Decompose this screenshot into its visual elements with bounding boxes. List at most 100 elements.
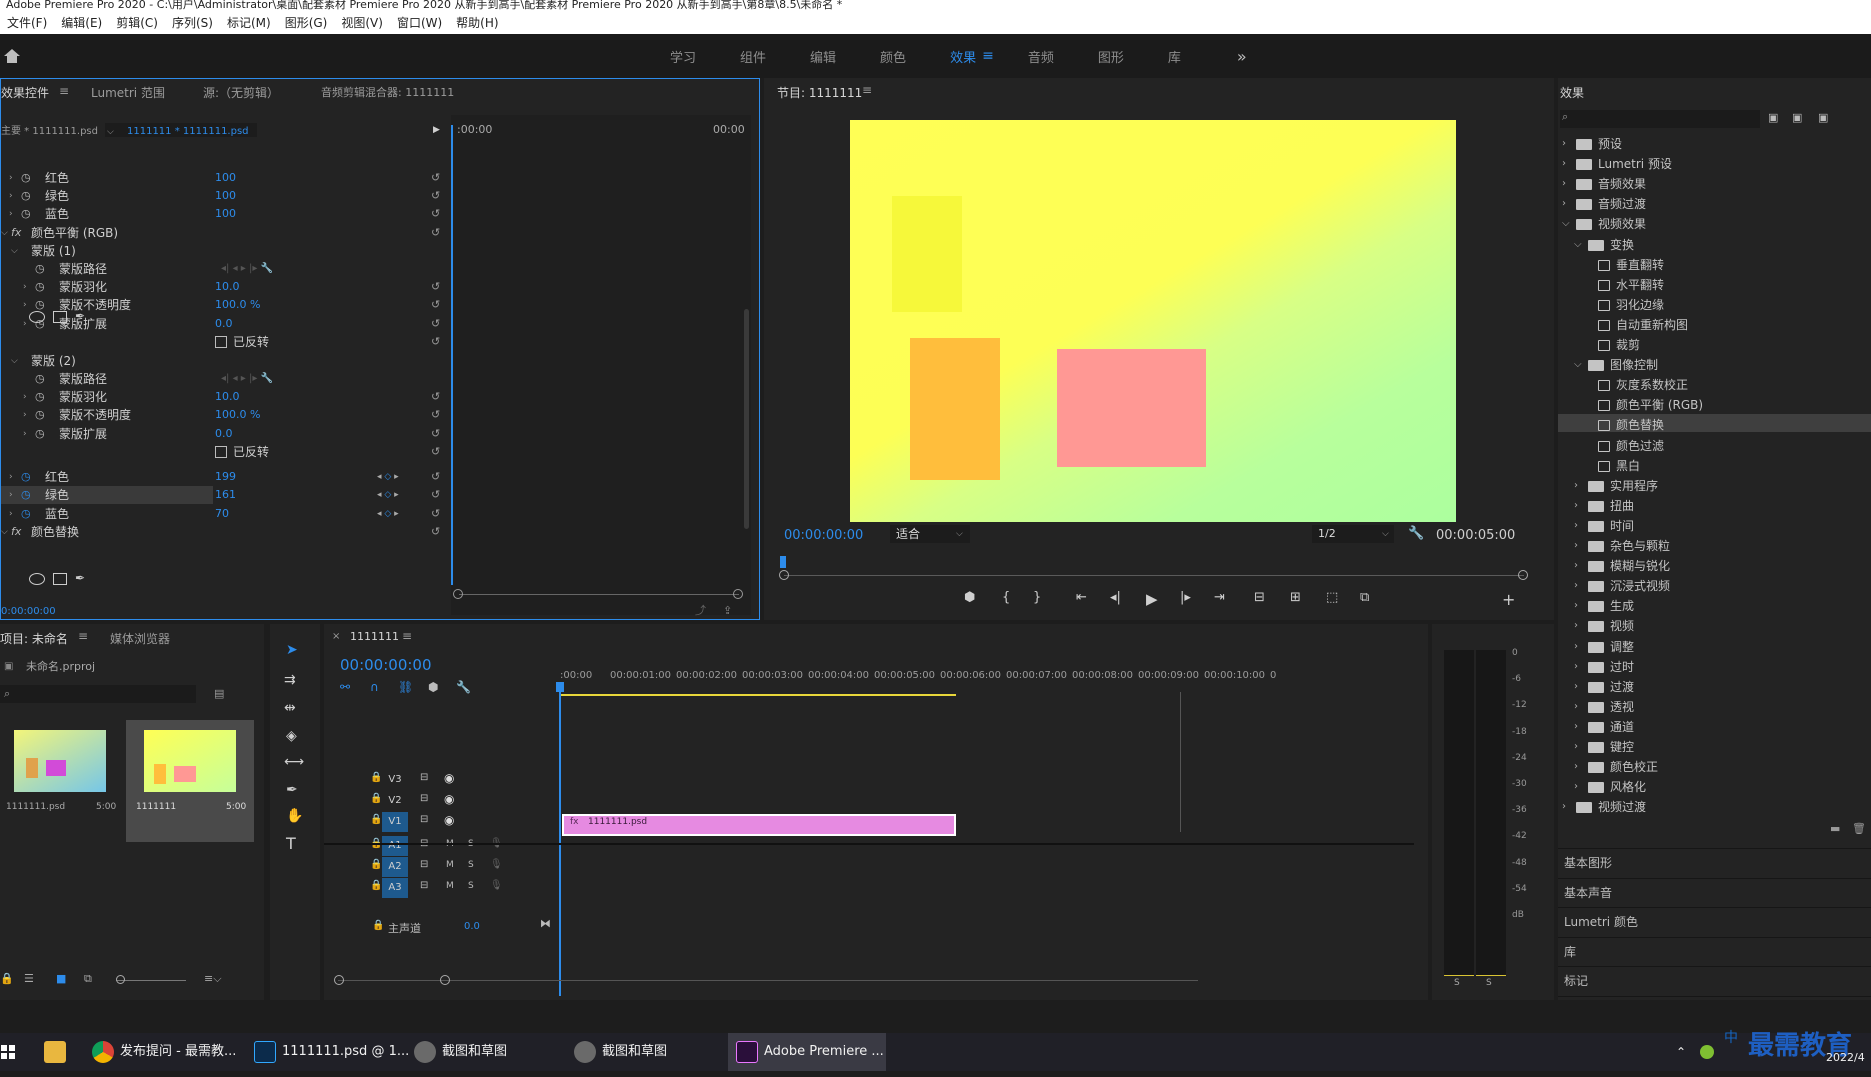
linked-selection-icon[interactable]: ⛓ [398,680,413,694]
chevron-right-icon[interactable]: › [1562,134,1566,154]
stopwatch-icon[interactable]: ◷ [35,425,45,443]
menu-file[interactable]: 文件(F) [0,14,54,31]
tray-icon[interactable] [1700,1033,1720,1071]
effects-tree-item[interactable]: 水平翻转 [1558,275,1871,295]
ec-property-row[interactable]: 已反转 ↺ [1,443,451,461]
timeline-hscroll[interactable] [338,980,1198,981]
add-button-icon[interactable]: + [1502,590,1515,609]
ec-property-row[interactable]: › ◷ 绿色 161 ↺ ◂ ◇ ▸ [1,486,440,504]
effects-tree-item[interactable]: 颜色替换 [1558,415,1871,435]
mark-in-icon[interactable]: { [1002,590,1010,605]
effects-tree-item[interactable]: 自动重新构图 [1558,315,1871,335]
ec-property-row[interactable]: › ◷ 蒙版扩展 0.0 ↺ [1,425,451,443]
effects-tree-item[interactable]: › 生成 [1558,596,1871,616]
ec-property-value[interactable]: 10.0 [215,388,240,406]
program-zoom-handle-right[interactable] [1518,570,1528,580]
effects-tree-item[interactable]: ⌵ 视频效果 [1558,214,1871,234]
effects-tree-item[interactable]: ⌵ 图像控制 [1558,355,1871,375]
chevron-right-icon[interactable]: › [1562,174,1566,194]
track-lock-icon[interactable]: 🔒 [370,793,382,804]
sync-lock-icon[interactable]: ⊟ [420,880,428,891]
taskbar-photoshop[interactable]: 1111111.psd @ 1... [254,1033,409,1071]
audio-track-header[interactable]: 🔒A1⊟MS🎙 [324,836,558,856]
ec-property-row[interactable]: ◷ 蒙版路径 ◂| ◂ ▸ |▸ 🔧 [1,260,451,278]
effects-tree-item[interactable]: 灰度系数校正 [1558,375,1871,395]
effects-tree-item[interactable]: ⌵ 变换 [1558,235,1871,255]
program-timecode[interactable]: 00:00:00:00 [784,527,863,545]
effects-tree-item[interactable]: › 实用程序 [1558,476,1871,496]
reset-icon[interactable]: ↺ [431,406,440,424]
expand-chevron-icon[interactable]: ⌵ [11,352,18,370]
chevron-right-icon[interactable]: › [1574,516,1578,536]
menu-clip[interactable]: 剪辑(C) [109,14,165,31]
ec-property-row[interactable]: ⌵ fx 颜色平衡 (RGB) ↺ [1,224,451,242]
master-track-value[interactable]: 0.0 [464,921,480,932]
ec-property-value[interactable]: 70 [215,505,229,523]
ec-property-value[interactable]: 161 [215,486,236,504]
effects-tree-item[interactable]: › 过时 [1558,657,1871,677]
effects-tree-item[interactable]: › 过渡 [1558,677,1871,697]
chevron-right-icon[interactable]: › [1574,717,1578,737]
reset-icon[interactable]: ↺ [431,388,440,406]
hscroll-handle-left[interactable] [334,975,344,985]
step-back-icon[interactable]: ◂| [1110,590,1121,605]
step-forward-icon[interactable]: |▸ [1180,590,1191,605]
chevron-right-icon[interactable]: › [1574,576,1578,596]
start-button[interactable] [0,1033,16,1071]
effects-search-input[interactable] [1560,110,1760,128]
new-bin-icon[interactable]: ▤ [214,685,224,703]
video-track-header[interactable]: 🔒 V3 ⊟ ◉ [324,770,558,790]
chevron-down-icon[interactable]: ⌵ [1574,235,1582,255]
video-track-header[interactable]: 🔒 V2 ⊟ ◉ [324,791,558,811]
audio-track-header[interactable]: 🔒 A2 ⊟ M S 🎙 [324,857,558,877]
effects-tree-item[interactable]: › 扭曲 [1558,496,1871,516]
tab-source[interactable]: 源:（无剪辑） [203,84,279,101]
workspace-menu-icon[interactable]: ≡ [982,48,1006,64]
zoom-slider[interactable] [116,980,186,981]
expand-chevron-icon[interactable]: › [9,187,13,205]
reset-icon[interactable]: ↺ [431,169,440,187]
pen-tool-icon[interactable]: ✒ [286,782,298,798]
track-label[interactable]: A2 [382,857,408,877]
chevron-right-icon[interactable]: › [1562,194,1566,214]
nest-icon[interactable]: ⚯ [340,680,350,694]
effects-tree-item[interactable]: › 视频过渡 [1558,797,1871,817]
expand-chevron-icon[interactable]: ⌵ [1,224,8,242]
chevron-right-icon[interactable]: › [1574,596,1578,616]
chevron-right-icon[interactable]: › [1574,496,1578,516]
timeline-settings-icon[interactable]: 🔧 [456,680,471,694]
tab-lumetri-scopes[interactable]: Lumetri 范围 [91,84,165,101]
sync-lock-icon[interactable]: ⊟ [420,814,428,825]
comparison-view-icon[interactable]: ⧉ [1360,590,1369,605]
program-zoom-handle-left[interactable] [779,570,789,580]
ec-property-value[interactable]: 100 [215,205,236,223]
timeline-playhead-handle[interactable] [556,682,564,692]
ec-property-row[interactable]: › ◷ 蒙版不透明度 100.0 % ↺ [1,406,451,424]
effects-tree-item[interactable]: › 模糊与锐化 [1558,556,1871,576]
track-label[interactable]: V3 [382,770,408,790]
expand-chevron-icon[interactable]: › [9,505,13,523]
reset-icon[interactable]: ↺ [431,333,440,351]
ec-property-row[interactable]: › ◷ 绿色 100 ↺ [1,187,451,205]
reset-icon[interactable]: ↺ [431,278,440,296]
keyframe-nav-icon[interactable]: ◂ ◇ ▸ [377,505,399,523]
ec-property-row[interactable]: › ◷ 红色 199 ↺ ◂ ◇ ▸ [1,468,451,486]
track-label[interactable]: A1 [382,836,408,856]
reset-icon[interactable]: ↺ [431,187,440,205]
voice-over-mic-icon[interactable]: 🎙 [490,880,503,891]
effects-tree-item[interactable]: › 音频过渡 [1558,194,1871,214]
track-label[interactable]: V2 [382,791,408,811]
track-visibility-icon[interactable]: ◉ [444,771,454,785]
chevron-right-icon[interactable]: › [1562,154,1566,174]
yuv-effects-icon[interactable]: ▣ [1818,111,1828,124]
stopwatch-icon[interactable]: ◷ [35,388,45,406]
mute-button[interactable]: M [446,881,454,891]
ellipse-mask-icon[interactable] [29,310,45,323]
stopwatch-icon[interactable]: ◷ [21,169,31,187]
icon-view-icon[interactable]: ■ [56,972,66,985]
workspace-tab-audio[interactable]: 音频 [1006,47,1076,66]
add-marker-icon[interactable]: ⬢ [428,680,438,694]
effects-tree-item[interactable]: › 音频效果 [1558,174,1871,194]
workspace-tab-editing[interactable]: 编辑 [788,47,858,66]
program-video-frame[interactable] [850,120,1456,522]
